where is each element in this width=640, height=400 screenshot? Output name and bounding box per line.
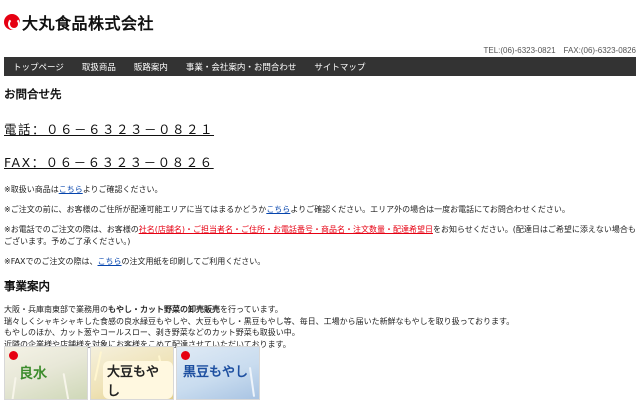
black-bean-sprout-package-photo: 黒豆もやし [176,346,260,400]
business-description: 大阪・兵庫南東部で業務用のもやし・カット野菜の卸売販売を行っています。 瑞々しく… [4,304,636,350]
soybean-sprout-package-photo: 大豆もやし [90,346,174,400]
note-products: ※取扱い商品はこちらよりご確認ください。 [4,184,636,196]
photo-label: 黒豆もやし [183,365,249,380]
products-link[interactable]: こちら [59,185,83,194]
delivery-area-link[interactable]: こちら [266,205,290,214]
nav-item-sitemap[interactable]: サイトマップ [305,61,374,73]
fax-number: FAX：０６－６３２３－０８２６ [4,155,214,170]
note-text: よりご確認ください。 [82,185,163,194]
inquiry-heading: お問合せ先 [4,87,62,101]
product-photos: 良水 大豆もやし 黒豆もやし [4,346,260,400]
photo-label: 大豆もやし [103,361,173,399]
brand-logo-icon [9,351,18,360]
sprout-shape [93,351,103,381]
phone-number[interactable]: 電話：０６－６３２３－０８２１ [4,119,636,138]
logo-mark-icon [4,14,20,30]
business-bold-text: もやし・カット野菜の卸売販売 [108,305,220,314]
site-header: 大丸食品株式会社 TEL:(06)-6323-0821 FAX:(06)-632… [0,0,640,56]
sprout-shape [62,373,70,399]
note-phone-order: ※お電話でのご注文の際は、お客様の社名(店舗名)・ご担当者名・ご住所・お電話番号… [4,224,636,248]
note-text: ※FAXでのご注文の際は、 [4,257,98,266]
note-text: ※取扱い商品は [4,185,59,194]
business-text: を行っています。 [220,305,283,314]
business-line-3: もやしのほか、カット葱やコールスロー、剥き野菜などのカット野菜も取扱い中。 [4,328,300,337]
nav-item-company[interactable]: 事業・会社案内・お問合わせ [177,61,306,73]
business-text: 大阪・兵庫南東部で業務用の [4,305,108,314]
brand-logo-icon [181,351,190,360]
sprout-shape [11,376,17,399]
photo-label: 良水 [19,366,47,382]
order-form-link[interactable]: こちら [98,257,122,266]
nav-item-top[interactable]: トップページ [4,61,73,73]
main-nav: トップページ 取扱商品 販路案内 事業・会社案内・お問合わせ サイトマップ [4,57,636,76]
sprout-shape [248,367,256,397]
note-text: ※ご注文の前に、お客様のご住所が配達可能エリアに当てはまるかどうか [4,205,267,214]
nav-item-delivery-area[interactable]: 販路案内 [125,61,177,73]
note-fax-order: ※FAXでのご注文の際は、こちらの注文用紙を印刷してご利用ください。 [4,256,636,268]
business-line-2: 瑞々しくシャキシャキした食感の良水緑豆もやしや、大豆もやし・黒豆もやし等、毎日、… [4,316,515,326]
main-content: お問合せ先 電話：０６－６３２３－０８２１ FAX：０６－６３２３－０８２６ ※… [4,86,636,350]
note-delivery-area: ※ご注文の前に、お客様のご住所が配達可能エリアに当てはまるかどうかこちらよりご確… [4,204,636,216]
business-heading: 事業案内 [4,279,50,293]
nav-item-products[interactable]: 取扱商品 [73,61,125,73]
bean-sprout-package-photo: 良水 [4,346,88,400]
required-info-highlight: 社名(店舗名)・ご担当者名・ご住所・お電話番号・商品名・注文数量・配達希望日 [138,225,433,234]
company-logo[interactable]: 大丸食品株式会社 [4,10,154,34]
business-line-1: 大阪・兵庫南東部で業務用のもやし・カット野菜の卸売販売を行っています。 [4,304,636,316]
note-text: の注文用紙を印刷してご利用ください。 [121,257,266,266]
note-text: ※お電話でのご注文の際は、お客様の [4,225,139,234]
note-text: よりご確認ください。エリア外の場合は一度お電話にてお問合わせください。 [290,205,570,214]
header-contact-line: TEL:(06)-6323-0821 FAX:(06)-6323-0826 [483,46,636,55]
company-name: 大丸食品株式会社 [22,14,155,33]
